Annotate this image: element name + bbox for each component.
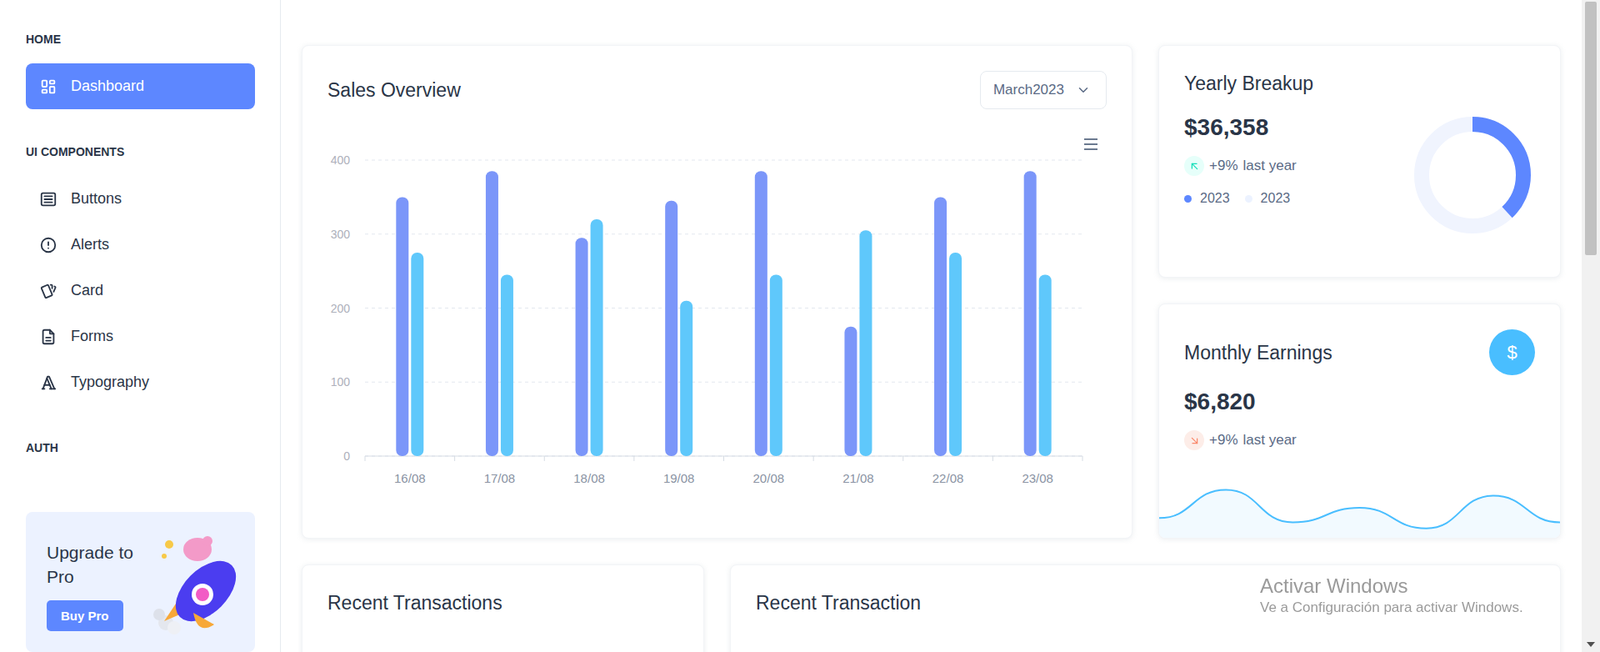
chart-menu-icon[interactable] — [1081, 135, 1102, 153]
card-title: Sales Overview — [327, 77, 461, 103]
section-title: AUTH — [25, 440, 255, 455]
chart-bar[interactable] — [410, 252, 424, 456]
breakup-donut — [1410, 112, 1535, 238]
svg-text:0: 0 — [343, 449, 350, 463]
y-tick: 400 — [330, 153, 1083, 167]
card-title: Yearly Breakup — [1184, 70, 1535, 96]
amount: $36,358 — [1184, 112, 1297, 143]
chart-bar[interactable] — [500, 275, 514, 456]
nav-item-icon — [39, 327, 58, 346]
y-tick: 200 — [330, 301, 1083, 315]
sidebar-item[interactable]: Typography — [25, 359, 255, 405]
legend-item: 2023 — [1184, 190, 1230, 206]
chart-bar[interactable] — [1039, 275, 1052, 456]
promo-title: Upgrade to Pro — [46, 540, 139, 589]
scroll-down-icon[interactable] — [1586, 641, 1595, 647]
x-tick-mark — [992, 455, 994, 461]
x-label: 23/08 — [1021, 470, 1054, 485]
nav-item-icon — [39, 281, 58, 300]
chart-bar[interactable] — [680, 300, 693, 456]
x-tick-mark — [1082, 455, 1084, 461]
x-tick-mark — [544, 455, 545, 461]
chart-bar[interactable] — [575, 237, 589, 456]
change-row: +9%last year — [1184, 430, 1535, 450]
chart-bar[interactable] — [665, 200, 678, 456]
x-tick-mark — [633, 455, 635, 461]
sidebar-section: UI COMPONENTS ButtonsAlertsCardFormsTypog… — [25, 109, 255, 405]
app-shell: HOME Dashboard UI COMPONENTS ButtonsAlertsC… — [0, 0, 1600, 652]
nav-item-icon — [39, 77, 58, 96]
amount: $6,820 — [1184, 386, 1535, 417]
nav-item-icon — [39, 190, 58, 209]
chart-bar[interactable] — [934, 196, 947, 456]
x-label: 16/08 — [394, 470, 426, 485]
legend-item: 2023 — [1245, 190, 1291, 206]
sidebar-item[interactable]: Dashboard — [25, 63, 255, 110]
scrollbar-thumb[interactable] — [1585, 1, 1597, 255]
x-tick-mark — [813, 455, 815, 461]
section-title: HOME — [25, 31, 255, 47]
card-title: Monthly Earnings — [1184, 340, 1333, 365]
dollar-icon: $ — [1489, 329, 1535, 375]
x-tick-mark — [723, 455, 725, 461]
card-title: Recent Transaction — [755, 590, 1535, 615]
rocket-illustration-icon — [147, 530, 244, 640]
main-content: Sales Overview March2023 400 300 200 100 0 16/0… — [280, 0, 1582, 652]
section-title: UI COMPONENTS — [25, 144, 255, 160]
recent-transactions-card: Recent Transactions — [301, 564, 705, 652]
chart-bar[interactable] — [395, 196, 409, 456]
chart-bar[interactable] — [770, 275, 783, 456]
chart-bar[interactable] — [844, 326, 857, 456]
svg-text:300: 300 — [330, 227, 351, 241]
chart-bar[interactable] — [755, 170, 768, 456]
y-tick: 100 — [330, 375, 1083, 389]
x-label: 19/08 — [663, 470, 695, 485]
chart-bar[interactable] — [949, 252, 962, 456]
yearly-breakup-card: Yearly Breakup$36,358+9%last year2023202… — [1158, 45, 1561, 278]
chart-bar[interactable] — [485, 170, 499, 456]
x-label: 17/08 — [484, 470, 516, 485]
windows-watermark: Activar WindowsVe a Configuración para a… — [1260, 573, 1524, 617]
card-title: Recent Transactions — [327, 590, 679, 615]
sidebar-item[interactable]: Card — [25, 267, 255, 314]
period-select[interactable]: March2023 — [980, 70, 1107, 110]
monthly-earnings-card: Monthly Earnings $ $6,820 +9%last year — [1158, 303, 1561, 539]
x-label: 22/08 — [932, 470, 965, 485]
sidebar-section: AUTH — [25, 405, 255, 472]
sales-overview-card: Sales Overview March2023 400 300 200 100 0 16/0… — [301, 45, 1133, 539]
trend-icon — [1184, 430, 1205, 450]
svg-text:100: 100 — [330, 375, 351, 389]
svg-text:200: 200 — [330, 301, 351, 315]
x-label: 20/08 — [753, 470, 785, 485]
legend: 2023 2023 — [1184, 190, 1297, 206]
sidebar: HOME Dashboard UI COMPONENTS ButtonsAlertsC… — [0, 0, 281, 652]
x-label: 18/08 — [573, 470, 605, 485]
sidebar-item[interactable]: Alerts — [25, 221, 255, 268]
earnings-wave — [1159, 477, 1560, 538]
nav-item-icon — [39, 235, 58, 255]
sidebar-section: HOME Dashboard — [25, 31, 255, 110]
sidebar-item[interactable]: Forms — [25, 313, 255, 360]
trend-icon — [1184, 155, 1205, 176]
chart-bar[interactable] — [590, 219, 604, 456]
nav-item-icon — [39, 373, 58, 392]
chart-bar[interactable] — [1024, 170, 1037, 456]
chart-bar[interactable] — [859, 230, 872, 456]
x-tick-mark — [365, 455, 366, 461]
upgrade-promo: Upgrade to Pro Buy Pro — [25, 511, 255, 652]
svg-text:400: 400 — [330, 153, 351, 167]
sidebar-item[interactable]: Buttons — [25, 175, 255, 222]
sales-chart: 400 300 200 100 0 16/08 17/08 18/08 19/08 20/08 21… — [327, 115, 1111, 508]
recent-transactions-card: Recent Transaction — [730, 564, 1561, 652]
chevron-down-icon — [1075, 82, 1091, 98]
scrollbar[interactable] — [1581, 0, 1600, 652]
x-tick-mark — [902, 455, 904, 461]
x-tick-mark — [454, 455, 455, 461]
y-tick: 0 — [343, 449, 1083, 463]
change-row: +9%last year — [1184, 155, 1297, 176]
x-label: 21/08 — [842, 470, 875, 485]
y-tick: 300 — [330, 227, 1083, 241]
buy-pro-button[interactable]: Buy Pro — [46, 600, 124, 631]
